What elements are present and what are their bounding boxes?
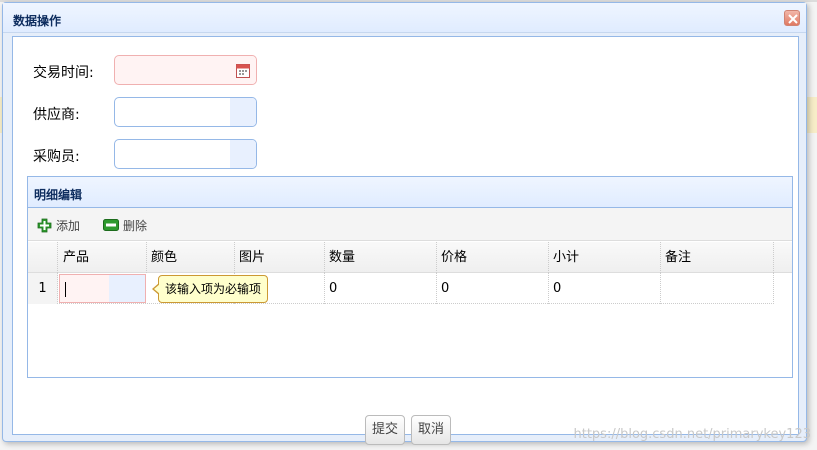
submit-button[interactable]: 提交: [365, 415, 406, 445]
subtotal-cell[interactable]: 0: [549, 273, 661, 304]
panel-title: 明细编辑: [34, 188, 83, 202]
product-input[interactable]: [59, 274, 146, 303]
remark-cell[interactable]: [661, 273, 774, 304]
delete-button[interactable]: 删除: [103, 216, 147, 234]
grid-header: 产品 颜色 图片 数量 价格 小计 备注: [28, 242, 792, 273]
product-dropdown-button[interactable]: [109, 275, 145, 302]
buyer-dropdown-button[interactable]: [230, 140, 256, 168]
text-caret: [65, 282, 66, 297]
detail-edit-panel: 明细编辑 添加 删除 产品 颜色 图片 数量 价格 小计 备注 1 0 0 0 …: [27, 176, 793, 378]
supplier-combobox[interactable]: [114, 97, 257, 127]
row-number-header: [28, 242, 58, 273]
cancel-button[interactable]: 取消: [411, 415, 452, 445]
close-icon[interactable]: [784, 10, 800, 26]
dialog-title: 数据操作: [13, 14, 62, 28]
trade-time-field[interactable]: [114, 55, 257, 85]
panel-header: 明细编辑: [28, 177, 792, 208]
column-header-color[interactable]: 颜色: [147, 242, 235, 273]
data-operation-dialog: 数据操作 交易时间: 供应商: 采购员: 明细编辑 添加 删除 产品 颜色 图片…: [2, 2, 807, 445]
add-icon: [37, 218, 52, 232]
delete-button-label: 删除: [123, 218, 148, 233]
add-button-label: 添加: [56, 218, 81, 233]
quantity-cell[interactable]: 0: [325, 273, 437, 304]
supplier-label: 供应商:: [33, 107, 80, 123]
column-header-remark[interactable]: 备注: [661, 242, 774, 273]
add-button[interactable]: 添加: [37, 216, 80, 234]
table-row[interactable]: 1 0 0 0: [28, 273, 774, 304]
supplier-dropdown-button[interactable]: [230, 98, 256, 126]
grid-toolbar: 添加 删除: [28, 208, 792, 241]
column-header-quantity[interactable]: 数量: [325, 242, 437, 273]
buyer-label: 采购员:: [33, 149, 80, 165]
price-cell[interactable]: 0: [437, 273, 549, 304]
calendar-icon[interactable]: [236, 63, 250, 78]
watermark: https://blog.csdn.net/primarykey123: [573, 427, 811, 442]
column-header-price[interactable]: 价格: [437, 242, 549, 273]
validation-tooltip: 该输入项为必输项: [151, 275, 269, 303]
dialog-body: 交易时间: 供应商: 采购员: 明细编辑 添加 删除 产品 颜色 图片 数量 价…: [12, 36, 799, 445]
column-header-image[interactable]: 图片: [235, 242, 325, 273]
trade-time-label: 交易时间:: [33, 65, 94, 81]
column-header-product[interactable]: 产品: [58, 242, 147, 273]
column-header-subtotal[interactable]: 小计: [549, 242, 661, 273]
dialog-header: 数据操作: [3, 3, 806, 33]
row-number: 1: [28, 273, 58, 304]
buyer-combobox[interactable]: [114, 139, 257, 169]
remove-icon: [103, 219, 119, 231]
